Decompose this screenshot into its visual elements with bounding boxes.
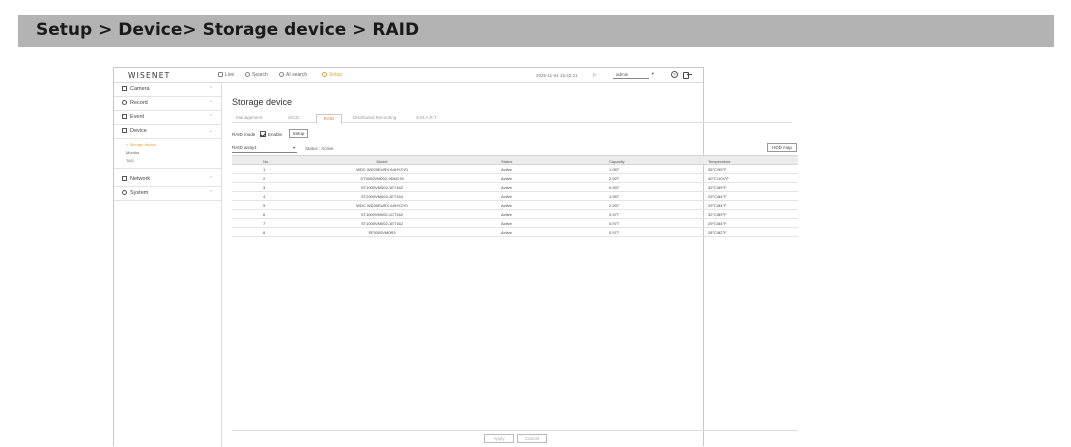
setup-button[interactable]: Setup [289, 129, 308, 138]
sidebar-item-device[interactable]: Device ⌄ [114, 125, 221, 139]
main-content: Storage device Management iSCSI RAID Dis… [227, 83, 798, 447]
record-icon [122, 99, 127, 105]
table-row: 7 ST1000VM002-1ET162 Active 0.97T 29°C/84°F [232, 219, 798, 228]
table-row: 6 ST1000VM002-1CT162 Active 0.97T 32°C/89°F [232, 210, 798, 219]
nav-ai-search[interactable]: AI search [279, 72, 307, 78]
column-header-status: Status [501, 158, 513, 164]
sidebar-item-camera[interactable]: Camera ⌃ [114, 83, 221, 97]
wisenet-logo: WISENET [128, 71, 171, 80]
table-row: 2 ST3000VM002-9DM178 Active 2.92T 40°C/104°F [232, 174, 798, 183]
sidebar: Camera ⌃ Record ⌃ Event ⌃ Device ⌄ > Storage… [114, 83, 222, 447]
chevron-down-icon: ▾ [651, 71, 654, 76]
network-icon [122, 175, 127, 181]
sidebar-subitem-monitor[interactable]: Monitor [114, 149, 221, 157]
chevron-up-icon: ⌃ [208, 86, 213, 92]
chevron-down-icon: ▾ [292, 145, 295, 150]
camera-icon [122, 85, 127, 91]
gear-icon [322, 72, 327, 77]
raid-mode-label: RAID mode [232, 132, 256, 137]
raid-enable-checkbox[interactable] [260, 131, 266, 137]
top-navigation: WISENET Live Search AI search Setup 2025… [114, 68, 703, 83]
user-select[interactable]: admin ▾ [613, 71, 654, 79]
sidebar-item-network[interactable]: Network ⌃ [114, 173, 221, 187]
raid-array-select[interactable]: RAID array1 ▾ [232, 145, 297, 153]
tab-raid[interactable]: RAID [316, 114, 342, 124]
device-submenu: > Storage device Monitor TAS [114, 139, 221, 169]
table-header: No. Model Status Capacity Temperature [232, 155, 798, 165]
raid-status-text: Status : Active [305, 146, 334, 151]
live-icon [218, 72, 223, 77]
help-icon[interactable]: ? [671, 71, 678, 78]
event-icon [122, 113, 127, 119]
device-icon [122, 127, 127, 133]
section-title: Setup > Device> Storage device > RAID [36, 20, 420, 40]
sidebar-subitem-tas[interactable]: TAS [114, 157, 221, 165]
sidebar-item-event[interactable]: Event ⌃ [114, 111, 221, 125]
sidebar-subitem-storage-device[interactable]: > Storage device [114, 141, 221, 149]
datetime-display: 2025-11-04 15:42:21 [536, 73, 578, 78]
hdd-table: No. Model Status Capacity Temperature 1W… [232, 155, 798, 237]
sidebar-item-system[interactable]: System ⌃ [114, 187, 221, 201]
nav-live[interactable]: Live [218, 72, 234, 78]
footer-divider [232, 430, 798, 431]
cancel-button[interactable]: Cancel [517, 434, 547, 443]
system-icon [122, 189, 127, 195]
column-header-temperature: Temperature [708, 158, 731, 164]
nav-setup[interactable]: Setup [322, 72, 342, 78]
chevron-up-icon: ⌃ [208, 190, 213, 196]
table-row: 3 ST1000VM002-1ET162 Active 0.93T 32°C/89°F [232, 183, 798, 192]
column-header-no: No. [263, 158, 270, 164]
nav-search[interactable]: Search [245, 72, 268, 78]
logout-icon[interactable] [683, 72, 692, 79]
sidebar-item-record[interactable]: Record ⌃ [114, 97, 221, 111]
chevron-up-icon: ⌃ [208, 176, 213, 182]
enable-label: Enable [268, 132, 283, 137]
table-row: 8 SF3000VM0R3 Active 0.97T 28°C/82°F [232, 228, 798, 237]
tab-smart[interactable]: S.M.A.R.T [412, 114, 441, 123]
table-row: 4 ST2000VM003-1ET164 Active 1.95T 29°C/84°F [232, 192, 798, 201]
chevron-up-icon: ⌃ [208, 114, 213, 120]
page-title: Storage device [232, 97, 293, 107]
ai-search-icon [279, 72, 284, 77]
tab-bar: Management iSCSI RAID Distributed Record… [232, 114, 792, 124]
column-header-model: Model [376, 158, 388, 164]
column-header-capacity: Capacity [609, 158, 625, 164]
apply-button[interactable]: Apply [484, 434, 514, 443]
tab-distributed-recording[interactable]: Distributed Recording [349, 114, 400, 123]
table-row: 5 WDC WD30EURX-64HYZY0 Active 2.93T 29°C/84°… [232, 201, 798, 210]
chevron-down-icon: ⌄ [208, 128, 213, 134]
user-icon[interactable]: ▷ [593, 72, 596, 78]
chevron-up-icon: ⌃ [208, 100, 213, 106]
search-icon [245, 72, 250, 77]
table-row: 1 WDC WD20EURX-64HYZY0 Active 1.95T 35°C/95°… [232, 165, 798, 174]
screenshot-frame: WISENET Live Search AI search Setup 2025… [113, 67, 798, 447]
tab-management[interactable]: Management [232, 114, 266, 123]
hdd-map-button[interactable]: HDD map [767, 143, 797, 152]
tab-iscsi[interactable]: iSCSI [284, 114, 304, 123]
